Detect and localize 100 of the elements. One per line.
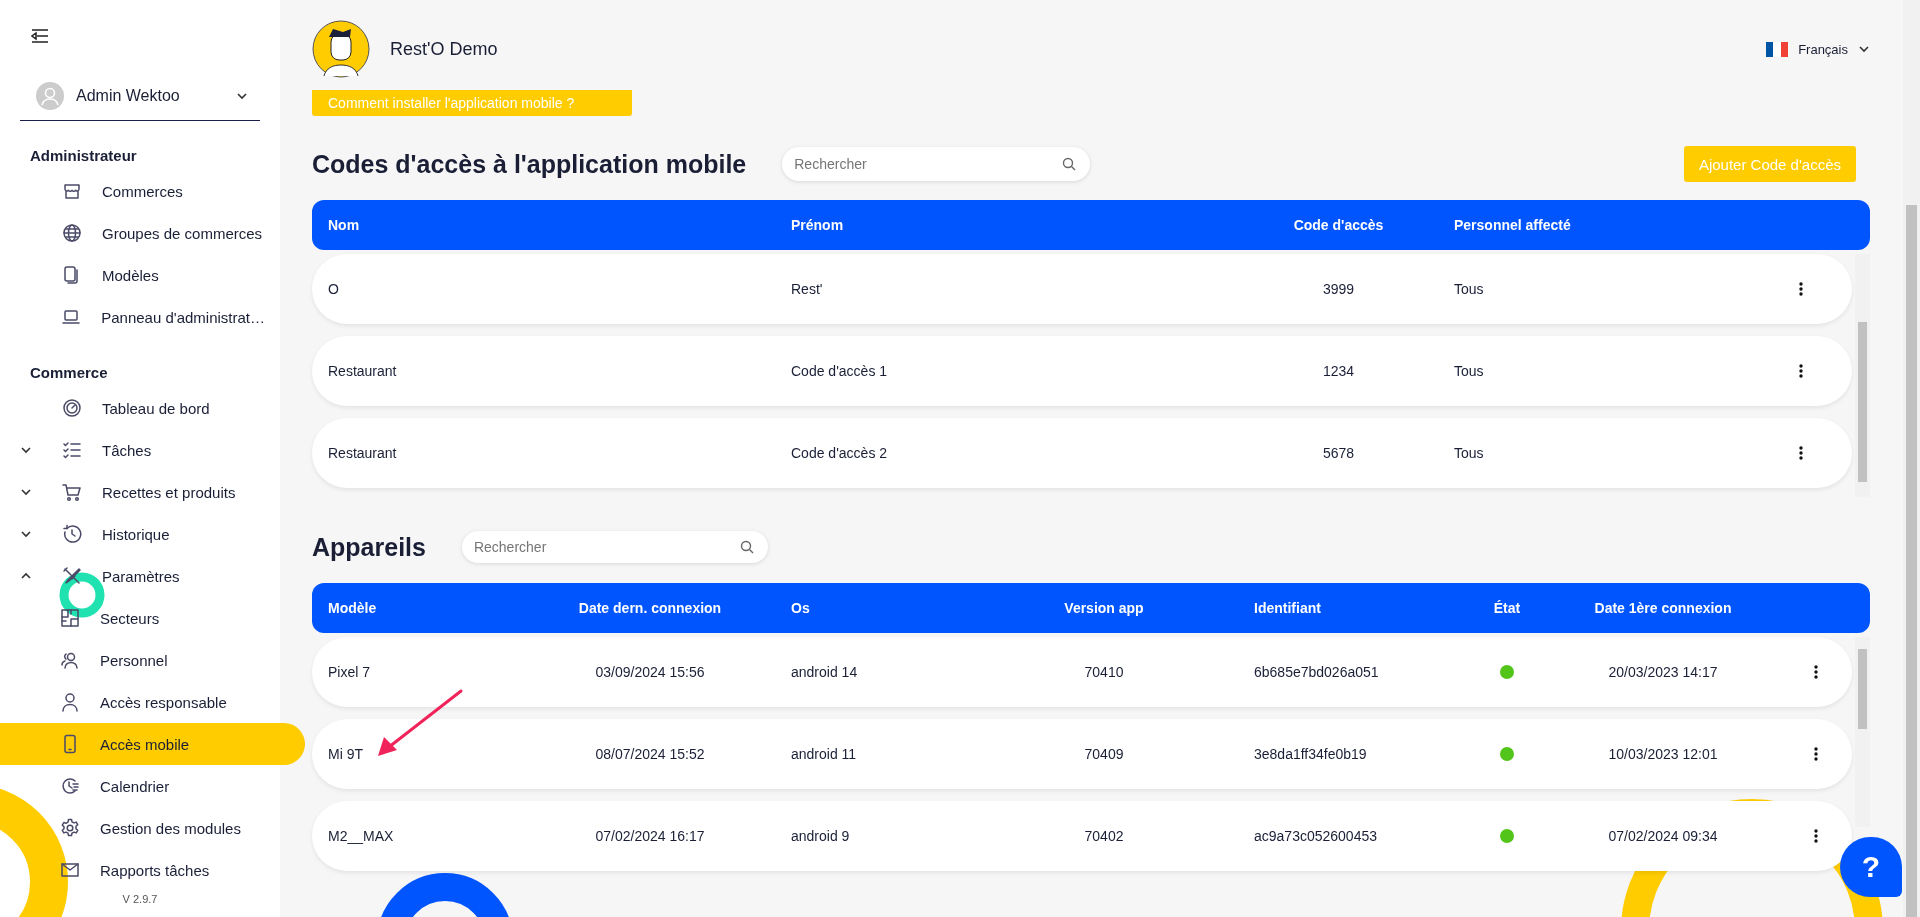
- table-cell-text: M2__MAX: [327, 828, 395, 844]
- sidebar-item[interactable]: Tâches: [0, 429, 265, 471]
- column-header: Identifiant: [1253, 600, 1322, 616]
- sidebar-item[interactable]: Groupes de commerces: [0, 212, 265, 254]
- sidebar-item[interactable]: Modèles: [0, 254, 265, 296]
- page-scrollbar[interactable]: [1903, 0, 1920, 917]
- table-cell-text: Tous: [1453, 281, 1485, 297]
- table-cell-text: 6b685e7bd026a051: [1253, 664, 1380, 680]
- table-cell-text: Restaurant: [327, 363, 398, 379]
- gauge-icon: [62, 398, 82, 418]
- more-vertical-icon: [1814, 747, 1818, 761]
- user-icon: [60, 692, 80, 712]
- search-field[interactable]: Rechercher: [782, 147, 1091, 181]
- gear-icon: [60, 818, 80, 838]
- sidebar-item[interactable]: Panneau d'administrat…: [0, 296, 265, 338]
- table-cell-text: 07/02/2024 16:17: [594, 828, 706, 844]
- table-cell-text: 08/07/2024 15:52: [594, 746, 706, 762]
- column-header: Version app: [1063, 600, 1145, 616]
- table-scrollbar[interactable]: [1855, 637, 1870, 827]
- store-icon: [62, 181, 82, 201]
- help-button[interactable]: ?: [1840, 837, 1902, 897]
- table-cell-text: O: [327, 281, 340, 297]
- column-header: Code d'accès: [1292, 217, 1385, 233]
- laptop-icon: [61, 307, 82, 327]
- section-title: Codes d'accès à l'application mobile: [312, 149, 747, 179]
- more-vertical-icon: [1799, 364, 1803, 378]
- sidebar-item[interactable]: Recettes et produits: [0, 471, 265, 513]
- column-header: Date dern. connexion: [577, 600, 723, 616]
- table-row[interactable]: Restaurant Code d'accès 1 1234 Tous: [312, 336, 1852, 406]
- clock-icon: [62, 524, 82, 544]
- table-cell-text: 20/03/2023 14:17: [1607, 664, 1719, 680]
- user-menu[interactable]: Admin Wektoo: [20, 72, 260, 121]
- table-row[interactable]: Restaurant Code d'accès 2 5678 Tous: [312, 418, 1852, 488]
- table-cell-text: 5678: [1321, 445, 1356, 461]
- avatar-icon: [36, 82, 64, 110]
- sidebar-item[interactable]: Rapports tâches: [0, 849, 305, 891]
- search-icon: [739, 540, 754, 554]
- sidebar-item[interactable]: Accès responsable: [0, 681, 305, 723]
- table-cell-text: Mi 9T: [327, 746, 364, 762]
- user-name: Admin Wektoo: [76, 87, 181, 105]
- cart-icon: [62, 482, 82, 502]
- column-header: Os: [790, 600, 811, 616]
- table-cell-text: ac9a73c052600453: [1253, 828, 1378, 844]
- table-cell-text: android 11: [790, 746, 858, 762]
- table-cell-text: android 14: [790, 664, 859, 680]
- table-cell-text: Tous: [1453, 445, 1485, 461]
- table-cell-text: 70409: [1083, 746, 1125, 762]
- sidebar-item[interactable]: Gestion des modules: [0, 807, 305, 849]
- table-cell-text: 3e8da1ff34fe0b19: [1253, 746, 1368, 762]
- column-header: Date 1ère connexion: [1593, 600, 1733, 616]
- column-header: Modèle: [327, 600, 378, 616]
- chevron-down-icon: [1858, 43, 1870, 55]
- sidebar-item[interactable]: Paramètres: [0, 555, 265, 597]
- column-header: Nom: [327, 217, 361, 233]
- language-selector[interactable]: Français: [1766, 41, 1870, 57]
- section-heading: Administrateur: [29, 146, 138, 166]
- table-cell-text: Restaurant: [327, 445, 398, 461]
- table-cell-text: Pixel 7: [327, 664, 372, 680]
- table-cell-text: Code d'accès 1: [790, 363, 889, 379]
- sidebar-item[interactable]: Commerces: [0, 170, 265, 212]
- table-cell-text: Code d'accès 2: [790, 445, 889, 461]
- table-row[interactable]: Mi 9T 08/07/2024 15:52 android 11 70409 3e8da1ff34fe0b19 10/03/2023 12:01: [312, 719, 1852, 789]
- flag-icon: [1766, 41, 1789, 57]
- more-vertical-icon: [1814, 665, 1818, 679]
- table-cell-text: Rest': [790, 281, 824, 297]
- section-heading: Commerce: [29, 363, 109, 383]
- sidebar-item[interactable]: Personnel: [0, 639, 305, 681]
- table-cell-text: 3999: [1321, 281, 1356, 297]
- sidebar-item[interactable]: Tableau de bord: [0, 387, 265, 429]
- table-row[interactable]: O Rest' 3999 Tous: [312, 254, 1852, 324]
- users-icon: [60, 650, 80, 670]
- sidebar-item[interactable]: Accès mobile: [0, 723, 305, 765]
- envelope-icon: [60, 860, 80, 880]
- table-cell-text: 03/09/2024 15:56: [594, 664, 706, 680]
- menu-collapse-icon: [31, 28, 49, 44]
- table-cell-text: 07/02/2024 09:34: [1607, 828, 1719, 844]
- table-cell-text: 10/03/2023 12:01: [1607, 746, 1719, 762]
- grid-icon: [60, 608, 80, 628]
- sidebar-item[interactable]: Historique: [0, 513, 265, 555]
- column-header: Prénom: [790, 217, 845, 233]
- tools-icon: [62, 566, 82, 586]
- avatar-illustration: [312, 20, 370, 78]
- table-scrollbar[interactable]: [1855, 254, 1870, 497]
- sidebar-item[interactable]: Secteurs: [0, 597, 305, 639]
- search-field[interactable]: Rechercher: [461, 531, 768, 563]
- globe-icon: [62, 223, 82, 243]
- column-header: État: [1492, 600, 1522, 616]
- chevron-down-icon: [236, 90, 248, 102]
- checklist-icon: [62, 440, 82, 460]
- table-cell-text: 1234: [1321, 363, 1356, 379]
- table-row[interactable]: M2__MAX 07/02/2024 16:17 android 9 70402 ac9a73c052600453 07/02/2024 09:34: [312, 801, 1852, 871]
- table-cell-text: android 9: [790, 828, 851, 844]
- sidebar-item[interactable]: Calendrier: [0, 765, 305, 807]
- calendar-clock-icon: [60, 776, 80, 796]
- section-title: Appareils: [312, 532, 426, 562]
- search-icon: [1062, 157, 1077, 171]
- table-row[interactable]: Pixel 7 03/09/2024 15:56 android 14 70410 6b685e7bd026a051 20/03/2023 14:17: [312, 637, 1852, 707]
- more-vertical-icon: [1799, 446, 1803, 460]
- shop-name: Rest'O Demo: [390, 38, 498, 60]
- table-cell-text: 70402: [1083, 828, 1125, 844]
